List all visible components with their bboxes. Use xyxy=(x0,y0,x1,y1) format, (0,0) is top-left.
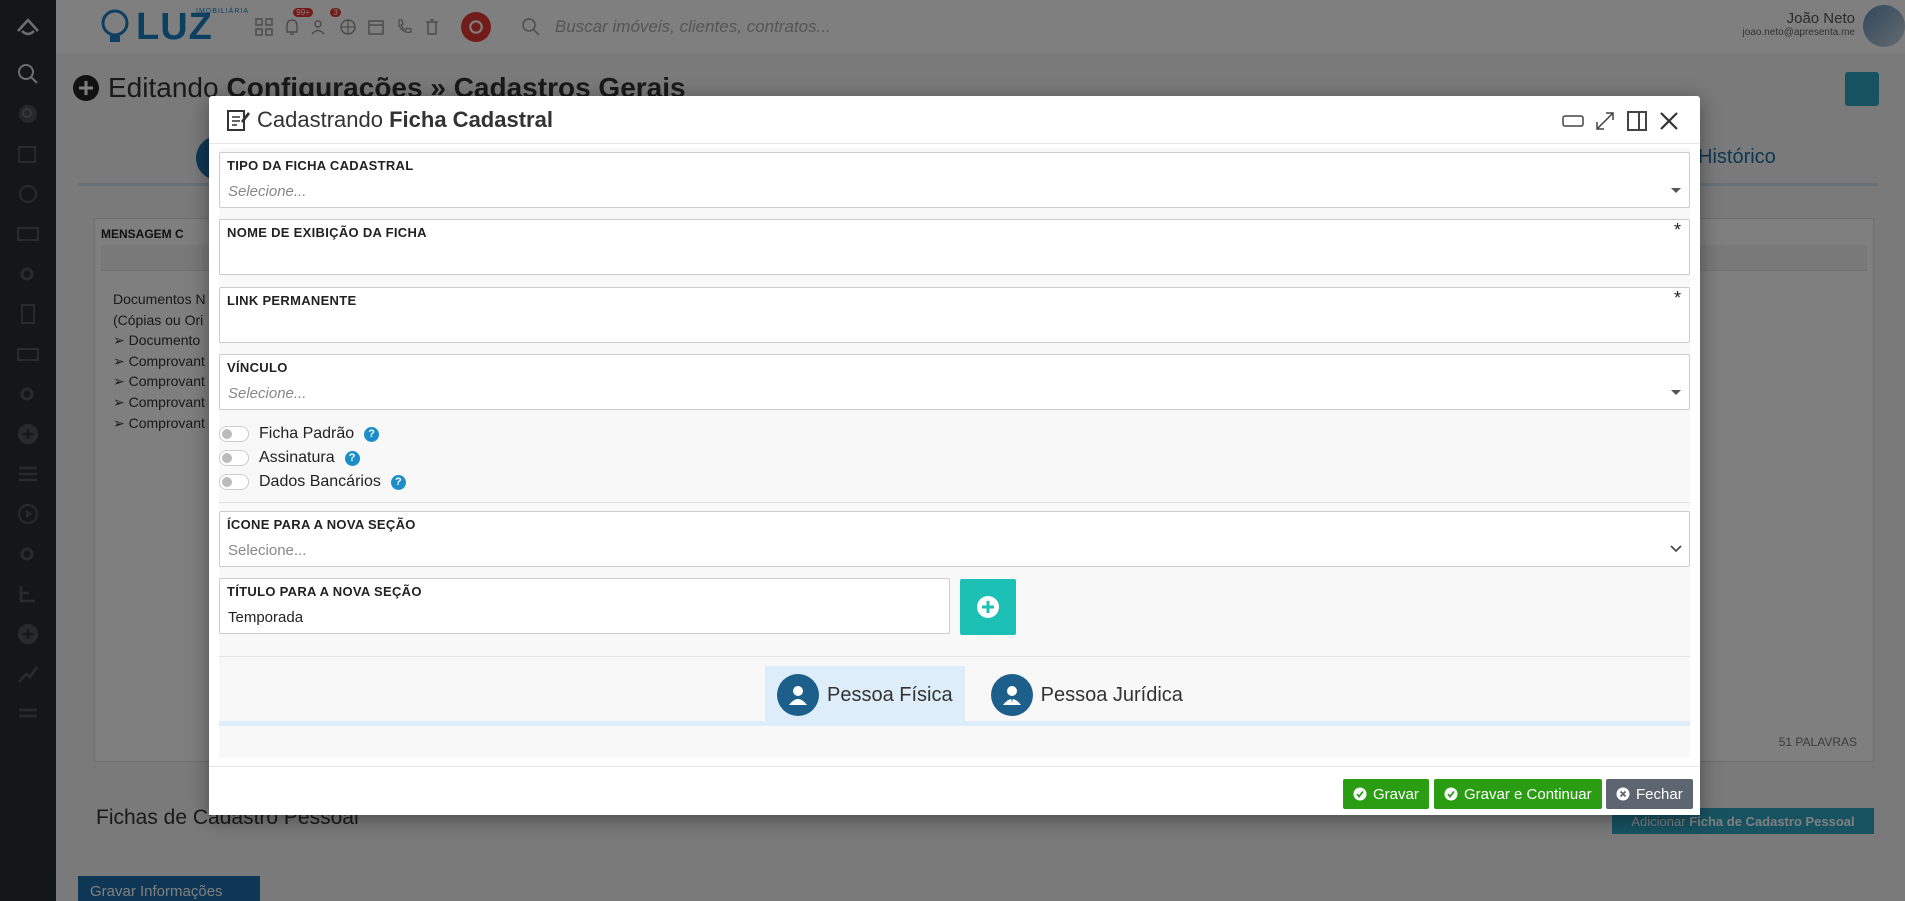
field-value: Selecione... xyxy=(228,542,307,559)
toggle-label: Dados Bancários xyxy=(259,473,381,490)
toggle-group: Ficha Padrão ? Assinatura ? Dados Bancár… xyxy=(219,422,406,494)
button-label: Fechar xyxy=(1636,785,1683,803)
tab-pessoa-fisica[interactable]: Pessoa Física xyxy=(765,666,965,724)
modal-footer: Gravar Gravar e Continuar Fechar xyxy=(209,766,1700,815)
check-circle-icon xyxy=(1444,787,1458,801)
field-label: ÍCONE PARA A NOVA SEÇÃO xyxy=(227,517,416,532)
icone-secao-select[interactable]: ÍCONE PARA A NOVA SEÇÃO Selecione... xyxy=(219,511,1690,567)
button-label: Gravar xyxy=(1373,785,1419,803)
fechar-button[interactable]: Fechar xyxy=(1606,779,1693,809)
person-type-tabs: Pessoa Física Pessoa Jurídica xyxy=(765,666,1195,724)
help-icon[interactable]: ? xyxy=(364,426,380,442)
modal-actions xyxy=(1562,110,1680,132)
gravar-continuar-button[interactable]: Gravar e Continuar xyxy=(1434,779,1602,809)
field-label: NOME DE EXIBIÇÃO DA FICHA xyxy=(227,225,427,240)
gravar-button[interactable]: Gravar xyxy=(1343,779,1429,809)
field-value: Temporada xyxy=(228,609,304,626)
tab-label: Pessoa Jurídica xyxy=(1040,683,1183,706)
expand-icon[interactable] xyxy=(1594,110,1616,132)
field-value: Selecione... xyxy=(228,385,307,402)
required-marker: * xyxy=(1673,220,1681,240)
divider xyxy=(219,502,1690,503)
vinculo-select[interactable]: VÍNCULO Selecione... xyxy=(219,354,1690,410)
divider xyxy=(219,656,1690,657)
toggle-label: Assinatura xyxy=(259,449,335,466)
add-circle-button-icon xyxy=(977,596,999,618)
modal-header: Cadastrando Ficha Cadastral xyxy=(209,96,1700,144)
titulo-secao-field[interactable]: TÍTULO PARA A NOVA SEÇÃO Temporada xyxy=(219,578,950,634)
help-icon[interactable]: ? xyxy=(344,450,360,466)
switch[interactable] xyxy=(219,426,249,442)
field-value: Selecione... xyxy=(228,183,307,200)
button-label: Gravar e Continuar xyxy=(1464,785,1592,803)
tipo-ficha-select[interactable]: TIPO DA FICHA CADASTRAL Selecione... xyxy=(219,152,1690,208)
check-circle-icon xyxy=(1353,787,1367,801)
switch[interactable] xyxy=(219,474,249,490)
field-label: TIPO DA FICHA CADASTRAL xyxy=(227,158,414,173)
switch[interactable] xyxy=(219,450,249,466)
modal-title-bold: Ficha Cadastral xyxy=(389,106,553,132)
toggle-dados-bancarios[interactable]: Dados Bancários ? xyxy=(219,470,406,494)
chevron-down-icon xyxy=(1671,188,1681,193)
tab-label: Pessoa Física xyxy=(827,683,953,706)
field-label: TÍTULO PARA A NOVA SEÇÃO xyxy=(227,584,422,599)
person-icon xyxy=(777,674,819,716)
link-permanente-field[interactable]: LINK PERMANENTE * xyxy=(219,287,1690,343)
ficha-cadastral-modal: Cadastrando Ficha Cadastral TIPO DA FICH… xyxy=(209,96,1700,815)
modal-title-prefix: Cadastrando xyxy=(257,106,383,132)
toggle-ficha-padrao[interactable]: Ficha Padrão ? xyxy=(219,422,406,446)
toggle-label: Ficha Padrão xyxy=(259,425,355,442)
field-label: VÍNCULO xyxy=(227,360,288,375)
split-view-icon[interactable] xyxy=(1626,110,1648,132)
help-icon[interactable]: ? xyxy=(390,474,406,490)
tab-pessoa-juridica[interactable]: Pessoa Jurídica xyxy=(979,666,1195,724)
add-section-button[interactable] xyxy=(960,579,1016,635)
chevron-down-icon xyxy=(1671,390,1681,395)
modal-title: Cadastrando Ficha Cadastral xyxy=(257,107,553,133)
close-icon[interactable] xyxy=(1658,110,1680,132)
tab-content-bar xyxy=(219,721,1690,726)
chevron-down-icon xyxy=(1670,545,1682,553)
business-person-icon xyxy=(990,674,1033,716)
field-label: LINK PERMANENTE xyxy=(227,293,357,308)
minimize-icon[interactable] xyxy=(1562,110,1584,132)
close-circle-icon xyxy=(1616,787,1630,801)
toggle-assinatura[interactable]: Assinatura ? xyxy=(219,446,406,470)
edit-form-icon xyxy=(227,109,250,131)
required-marker: * xyxy=(1673,288,1681,308)
nome-exibicao-field[interactable]: NOME DE EXIBIÇÃO DA FICHA * xyxy=(219,219,1690,275)
